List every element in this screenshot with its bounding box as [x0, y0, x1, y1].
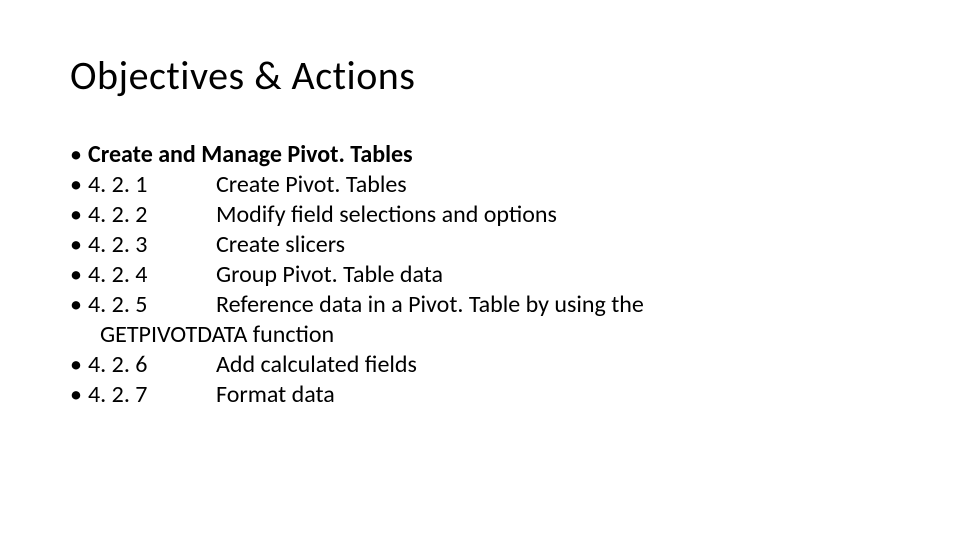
slide-title: Objectives & Actions [70, 54, 890, 98]
item-number: 4. 2. 2 [88, 200, 216, 230]
item-number: 4. 2. 3 [88, 230, 216, 260]
bullet-icon: • [70, 230, 88, 260]
list-item: • 4. 2. 7 Format data [70, 380, 890, 410]
item-number: 4. 2. 5 [88, 290, 216, 320]
bullet-icon: • [70, 350, 88, 380]
list-heading: • Create and Manage Pivot. Tables [70, 140, 890, 170]
item-text: Add calculated fields [216, 350, 890, 380]
list-item: • 4. 2. 6 Add calculated fields [70, 350, 890, 380]
item-text: Group Pivot. Table data [216, 260, 890, 290]
bullet-icon: • [70, 170, 88, 200]
heading-text: Create and Manage Pivot. Tables [88, 140, 890, 170]
item-text: Create Pivot. Tables [216, 170, 890, 200]
list-item: • 4. 2. 3 Create slicers [70, 230, 890, 260]
item-number: 4. 2. 7 [88, 380, 216, 410]
item-number: 4. 2. 6 [88, 350, 216, 380]
bullet-icon: • [70, 290, 88, 320]
item-text: Modify field selections and options [216, 200, 890, 230]
item-text: Format data [216, 380, 890, 410]
bullet-icon: • [70, 380, 88, 410]
item-number: 4. 2. 4 [88, 260, 216, 290]
bullet-icon: • [70, 200, 88, 230]
item-number: 4. 2. 1 [88, 170, 216, 200]
list-item: • 4. 2. 2 Modify field selections and op… [70, 200, 890, 230]
bullet-icon: • [70, 140, 88, 170]
list-item: • 4. 2. 1 Create Pivot. Tables [70, 170, 890, 200]
bullet-icon: • [70, 260, 88, 290]
item-text: Reference data in a Pivot. Table by usin… [216, 290, 890, 320]
slide: Objectives & Actions • Create and Manage… [0, 0, 960, 540]
list-item: • 4. 2. 5 Reference data in a Pivot. Tab… [70, 290, 890, 320]
item-text: Create slicers [216, 230, 890, 260]
wrapped-line: GETPIVOTDATA function [70, 320, 890, 350]
list-item: • 4. 2. 4 Group Pivot. Table data [70, 260, 890, 290]
bullet-list: • Create and Manage Pivot. Tables • 4. 2… [70, 140, 890, 410]
